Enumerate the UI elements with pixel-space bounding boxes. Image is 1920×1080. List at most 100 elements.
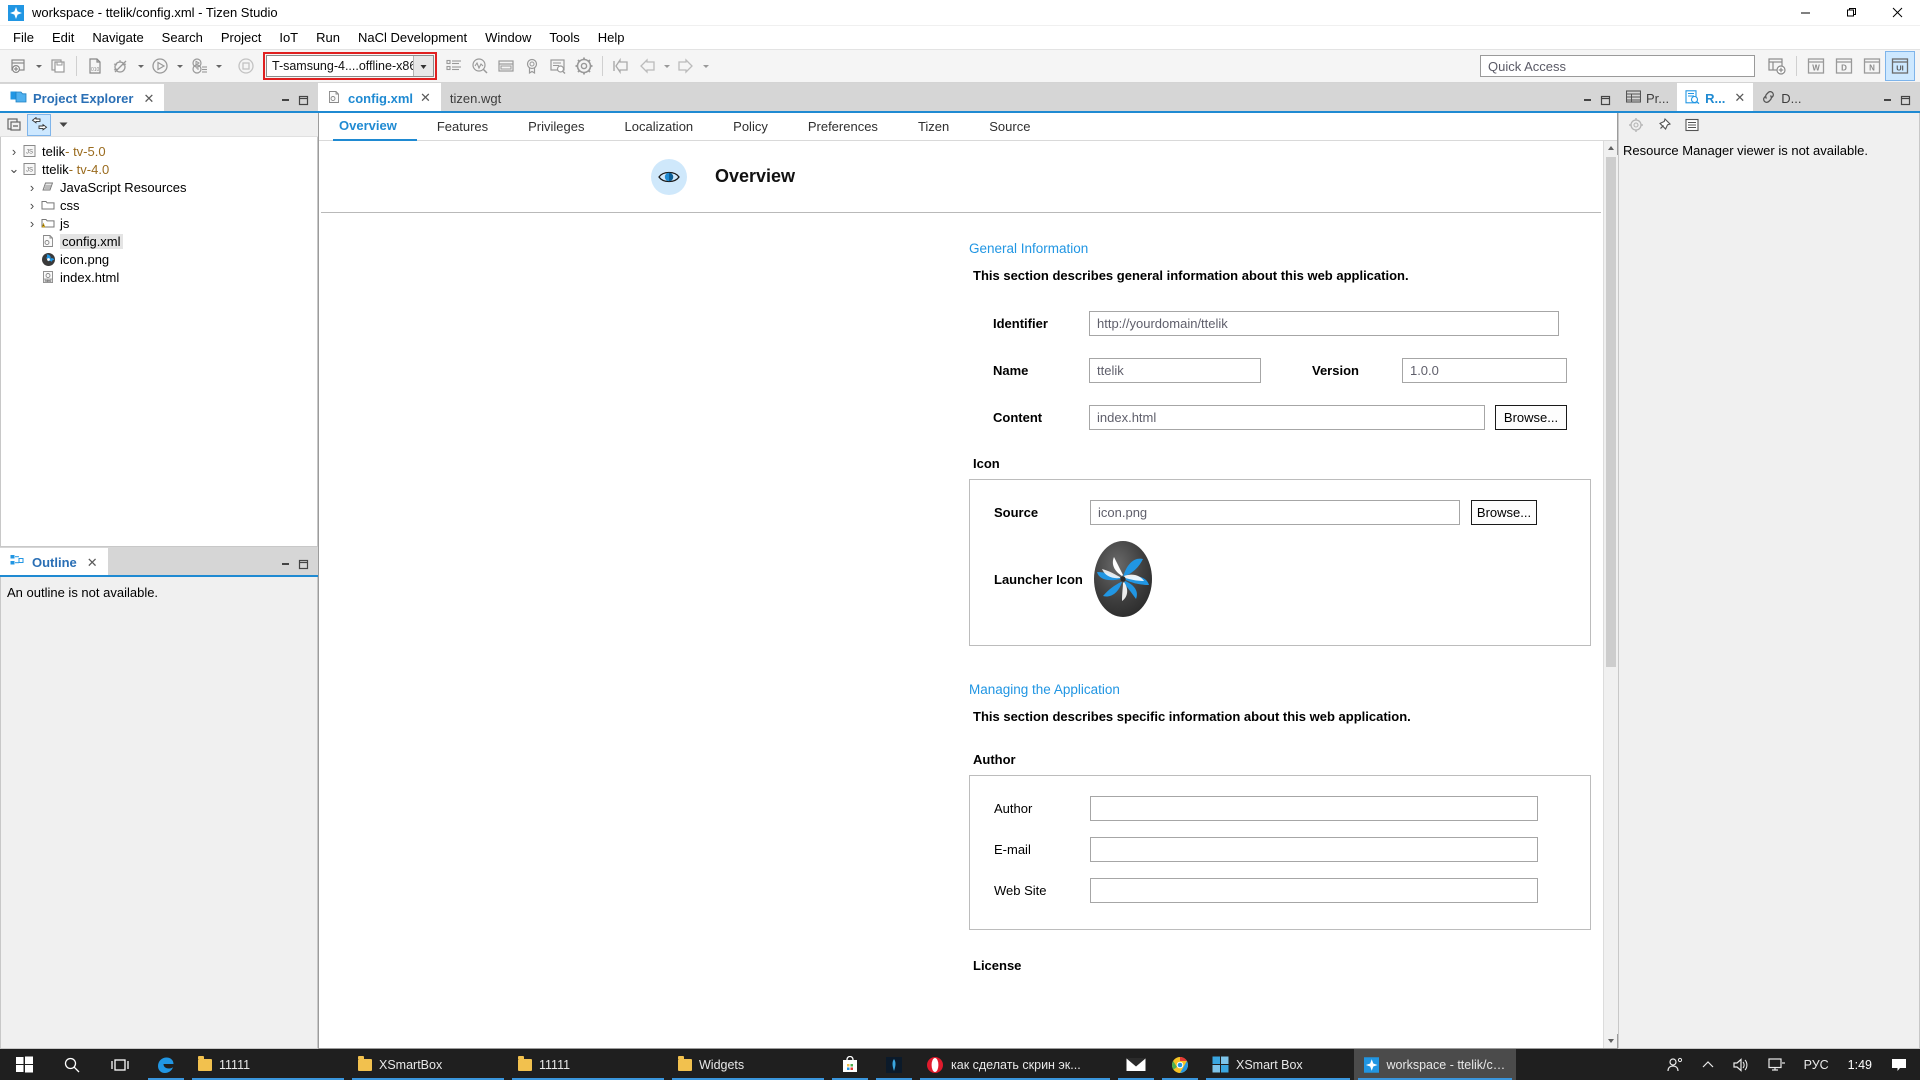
menu-project[interactable]: Project xyxy=(212,26,270,49)
back-dropdown-icon[interactable] xyxy=(660,53,673,79)
menu-help[interactable]: Help xyxy=(589,26,634,49)
tree-row[interactable]: › JS telik - tv-5.0 xyxy=(1,142,317,160)
chevron-right-icon[interactable]: › xyxy=(7,144,21,159)
menu-edit[interactable]: Edit xyxy=(43,26,83,49)
tab-project-explorer[interactable]: Project Explorer ✕ xyxy=(0,83,318,113)
perspective-n-button[interactable]: N xyxy=(1858,52,1886,80)
chevron-down-icon[interactable]: ⌄ xyxy=(7,161,21,177)
minimize-editor-button[interactable] xyxy=(1578,87,1596,113)
editor-tab-tizen-wgt[interactable]: tizen.wgt xyxy=(441,83,511,113)
open-perspective-button[interactable] xyxy=(1763,52,1791,80)
tab-resource-manager[interactable]: R... ✕ xyxy=(1618,83,1920,113)
editor-tab-config-xml[interactable]: config.xml ✕ xyxy=(318,83,1618,113)
website-input[interactable] xyxy=(1090,878,1538,903)
content-input[interactable]: index.html xyxy=(1089,405,1485,430)
maximize-view-button[interactable] xyxy=(294,551,312,577)
taskbar-item-app-blue[interactable] xyxy=(872,1049,916,1080)
search-icon[interactable] xyxy=(48,1049,96,1080)
menu-nacl-development[interactable]: NaCl Development xyxy=(349,26,476,49)
tree-row[interactable]: config.xml xyxy=(1,232,317,250)
clock[interactable]: 1:49 xyxy=(1838,1058,1882,1072)
scrollbar-track[interactable] xyxy=(1603,155,1618,1034)
taskbar-item-11111-a[interactable]: 11111 xyxy=(188,1049,348,1080)
name-input[interactable]: ttelik xyxy=(1089,358,1261,383)
tree-row[interactable]: › JavaScript Resources xyxy=(1,178,317,196)
taskbar-item-xsmart-box[interactable]: XSmart Box xyxy=(1202,1049,1354,1080)
tab-features[interactable]: Features xyxy=(417,113,508,141)
menu-navigate[interactable]: Navigate xyxy=(83,26,152,49)
menu-tools[interactable]: Tools xyxy=(540,26,588,49)
tab-localization[interactable]: Localization xyxy=(605,113,714,141)
perspective-ui-button[interactable]: UI xyxy=(1885,51,1915,81)
maximize-button[interactable] xyxy=(1828,0,1874,26)
people-icon[interactable] xyxy=(1657,1049,1693,1080)
task-view-icon[interactable] xyxy=(96,1049,144,1080)
tab-source[interactable]: Source xyxy=(969,113,1050,141)
taskbar-item-widgets[interactable]: Widgets xyxy=(668,1049,828,1080)
tree-row[interactable]: icon.png xyxy=(1,250,317,268)
scroll-down-icon[interactable] xyxy=(1604,1034,1618,1048)
menu-window[interactable]: Window xyxy=(476,26,540,49)
minimize-view-button[interactable] xyxy=(1878,87,1896,113)
taskbar-item-store[interactable] xyxy=(828,1049,872,1080)
tab-privileges[interactable]: Privileges xyxy=(508,113,604,141)
tab-overview[interactable]: Overview xyxy=(333,113,417,141)
tree-row[interactable]: ⌄ JS ttelik - tv-4.0 xyxy=(1,160,317,178)
close-icon[interactable]: ✕ xyxy=(420,90,431,106)
menu-iot[interactable]: IoT xyxy=(270,26,307,49)
editor-vertical-scrollbar[interactable] xyxy=(1603,141,1618,1048)
maximize-view-button[interactable] xyxy=(294,87,312,113)
tab-tizen[interactable]: Tizen xyxy=(898,113,969,141)
build-binary-icon[interactable]: 010 xyxy=(82,53,108,79)
chevron-right-icon[interactable]: › xyxy=(25,216,39,231)
chevron-up-icon[interactable] xyxy=(1693,1049,1723,1080)
tab-device-manager[interactable]: D... xyxy=(1753,83,1809,113)
certificate-manager-icon[interactable] xyxy=(519,53,545,79)
windows-start-icon[interactable] xyxy=(0,1049,48,1080)
emulator-manager-icon[interactable] xyxy=(493,53,519,79)
chevron-right-icon[interactable]: › xyxy=(25,180,39,195)
forward-dropdown-icon[interactable] xyxy=(699,53,712,79)
content-browse-button[interactable]: Browse... xyxy=(1495,405,1567,430)
email-input[interactable] xyxy=(1090,837,1538,862)
run-history-dropdown-icon[interactable] xyxy=(212,53,225,79)
notification-icon[interactable] xyxy=(1882,1049,1916,1080)
back-arrow-icon[interactable] xyxy=(634,53,660,79)
maximize-view-button[interactable] xyxy=(1896,87,1914,113)
volume-icon[interactable] xyxy=(1723,1049,1759,1080)
list-icon[interactable] xyxy=(1681,115,1703,135)
chevron-right-icon[interactable]: › xyxy=(25,198,39,213)
minimize-button[interactable] xyxy=(1782,0,1828,26)
forward-arrow-icon[interactable] xyxy=(673,53,699,79)
close-icon[interactable]: ✕ xyxy=(83,555,98,571)
taskbar-item-opera[interactable]: как сделать скрин эк... xyxy=(916,1049,1114,1080)
scroll-up-icon[interactable] xyxy=(1604,141,1618,155)
close-icon[interactable]: ✕ xyxy=(139,91,154,107)
tab-properties[interactable]: Pr... xyxy=(1618,83,1677,113)
back-to-start-icon[interactable] xyxy=(608,53,634,79)
identifier-input[interactable]: http://yourdomain/ttelik xyxy=(1089,311,1559,336)
perspective-w-button[interactable]: W xyxy=(1802,52,1830,80)
tree-row[interactable]: › js xyxy=(1,214,317,232)
tree-row[interactable]: › css xyxy=(1,196,317,214)
close-button[interactable] xyxy=(1874,0,1920,26)
minimize-view-button[interactable] xyxy=(276,551,294,577)
run-icon[interactable] xyxy=(147,53,173,79)
tree-row[interactable]: html index.html xyxy=(1,268,317,286)
save-all-icon[interactable] xyxy=(45,53,71,79)
author-input[interactable] xyxy=(1090,796,1538,821)
debug-dropdown-icon[interactable] xyxy=(134,53,147,79)
minimize-view-button[interactable] xyxy=(276,87,294,113)
icon-browse-button[interactable]: Browse... xyxy=(1471,500,1537,525)
tab-preferences[interactable]: Preferences xyxy=(788,113,898,141)
taskbar-item-chrome[interactable] xyxy=(1158,1049,1202,1080)
pin-icon[interactable] xyxy=(1653,115,1675,135)
tab-policy[interactable]: Policy xyxy=(713,113,788,141)
log-viewer-icon[interactable] xyxy=(545,53,571,79)
version-input[interactable]: 1.0.0 xyxy=(1401,358,1567,383)
settings-gear-icon[interactable] xyxy=(571,53,597,79)
run-dropdown-icon[interactable] xyxy=(173,53,186,79)
taskbar-item-xsmartbox-folder[interactable]: XSmartBox xyxy=(348,1049,508,1080)
taskbar-item-edge[interactable] xyxy=(144,1049,188,1080)
new-project-icon[interactable] xyxy=(6,53,32,79)
